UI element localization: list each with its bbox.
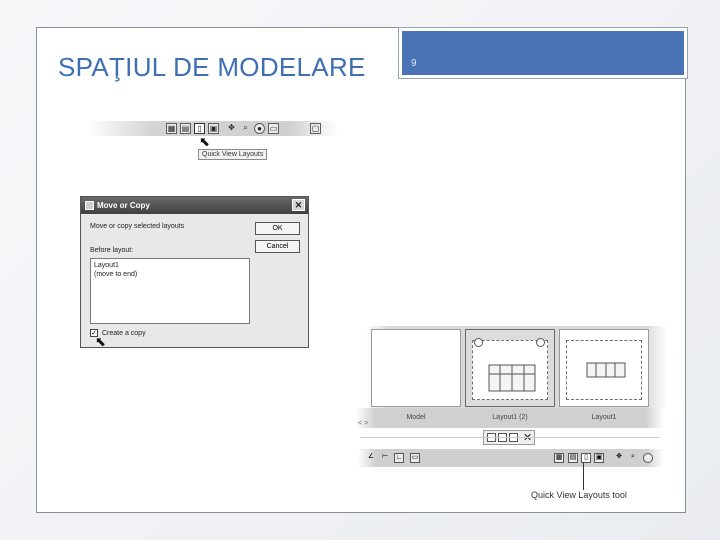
dialog-title: Move or Copy xyxy=(97,201,150,210)
status-bar: ∠ ⊢ ∟ ▭ ▦ ▤ ▯ ▣ ✥ ⌕ xyxy=(358,449,664,467)
model-icon[interactable]: ▦ xyxy=(166,123,177,134)
layout-icon[interactable]: ▤ xyxy=(180,123,191,134)
close-icon[interactable]: ✕ xyxy=(292,199,305,211)
top-toolbar: ▦ ▤ ▯ ▣ ✥ ⌕ ● ▭ ▢ xyxy=(88,121,338,136)
drawing-preview xyxy=(586,362,626,378)
showmotion-icon[interactable]: ▭ xyxy=(268,123,279,134)
pan-icon[interactable]: ✥ xyxy=(614,453,624,463)
cancel-button[interactable]: Cancel xyxy=(255,240,300,253)
layout-preview xyxy=(472,340,548,400)
mouse-cursor-icon: ⬉ xyxy=(199,134,210,149)
zoom-icon[interactable]: ⌕ xyxy=(240,123,251,134)
page-number-tab: 9 xyxy=(398,27,688,79)
list-item[interactable]: Layout1 xyxy=(94,261,246,270)
callout-line xyxy=(583,462,584,490)
layout1-thumbnail[interactable] xyxy=(559,329,649,407)
publish-icon[interactable] xyxy=(536,338,545,347)
model-icon[interactable]: ▦ xyxy=(554,453,564,463)
quick-view-layouts-button[interactable]: ▯ xyxy=(194,123,205,134)
callout-label: Quick View Layouts tool xyxy=(531,490,627,500)
separator xyxy=(360,437,660,438)
zoom-icon[interactable]: ⌕ xyxy=(628,453,638,463)
steering-wheel-icon[interactable]: ● xyxy=(254,123,265,134)
quick-view-layouts-tooltip: Quick View Layouts xyxy=(198,149,268,160)
dialog-titlebar[interactable]: Move or Copy ✕ xyxy=(81,197,308,214)
layout-thumbnails-panel xyxy=(366,326,668,408)
workspace-icon[interactable]: ▢ xyxy=(310,123,321,134)
dialog-prompt: Move or copy selected layouts xyxy=(90,223,185,230)
move-or-copy-dialog: Move or Copy ✕ Move or copy selected lay… xyxy=(80,196,309,348)
layout-listbox[interactable]: Layout1 (move to end) xyxy=(90,258,250,324)
steering-wheel-icon[interactable] xyxy=(643,453,653,463)
slide-title: SPAŢIUL DE MODELARE xyxy=(58,52,366,82)
scroll-arrows[interactable]: < > xyxy=(358,420,368,427)
drawing-preview xyxy=(488,364,536,392)
thumbnail-label: Layout1 (2) xyxy=(492,414,528,421)
mouse-cursor-icon: ⬉ xyxy=(95,334,106,349)
thumbnail-label: Layout1 xyxy=(591,414,617,421)
ok-button[interactable]: OK xyxy=(255,222,300,235)
pan-icon[interactable]: ✥ xyxy=(226,123,237,134)
ortho-icon[interactable]: ∟ xyxy=(394,453,404,463)
create-copy-label: Create a copy xyxy=(102,330,146,337)
grid-icon[interactable]: ⊢ xyxy=(380,453,390,463)
snap-icon[interactable]: ∠ xyxy=(366,453,376,463)
layout1-2-thumbnail[interactable] xyxy=(465,329,555,407)
polar-icon[interactable]: ▭ xyxy=(410,453,420,463)
quick-view-drawings-button[interactable]: ▣ xyxy=(208,123,219,134)
list-item[interactable]: (move to end) xyxy=(94,270,246,279)
before-layout-label: Before layout: xyxy=(90,247,134,254)
thumbnail-label: Model xyxy=(406,414,426,421)
layout-preview xyxy=(566,340,642,400)
app-icon xyxy=(85,201,94,210)
page-number: 9 xyxy=(411,58,417,69)
layout-icon[interactable]: ▤ xyxy=(568,453,578,463)
model-thumbnail[interactable] xyxy=(371,329,461,407)
pin-icon[interactable] xyxy=(474,338,483,347)
quick-view-drawings-button[interactable]: ▣ xyxy=(594,453,604,463)
